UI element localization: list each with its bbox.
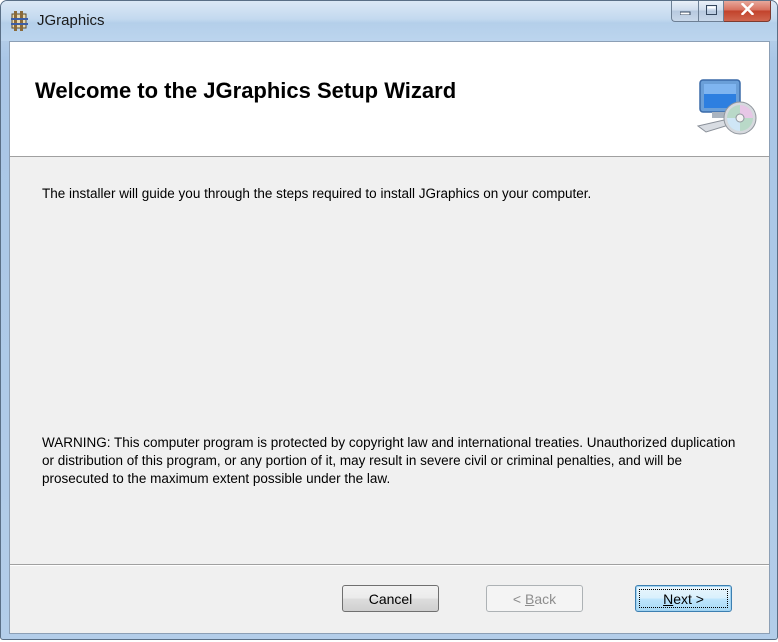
close-icon [740,2,754,20]
back-button-label: ack [534,590,557,607]
cancel-button[interactable]: Cancel [342,585,439,612]
back-button-mnemonic: B [524,590,535,607]
minimize-icon [679,2,691,20]
maximize-button[interactable] [698,1,724,22]
maximize-icon [705,2,717,20]
wizard-banner: Welcome to the JGraphics Setup Wizard [10,42,769,157]
focus-rectangle [639,589,728,608]
page-title: Welcome to the JGraphics Setup Wizard [35,78,457,103]
copyright-warning: WARNING: This computer program is protec… [42,435,736,486]
installer-icon [10,10,30,32]
footer-divider [10,564,769,566]
close-button[interactable] [724,1,771,22]
title-bar[interactable]: JGraphics [1,1,777,41]
wizard-client-area: Welcome to the JGraphics Setup Wizard Th… [9,41,770,634]
minimize-button[interactable] [671,1,698,22]
back-button[interactable]: < Back [486,585,583,612]
caption-buttons [671,1,771,23]
computer-cd-icon [694,76,758,136]
installer-window: JGraphics Welcome to the JGraphics Setup… [0,0,778,640]
back-button-prefix: < [512,590,525,607]
window-title: JGraphics [37,12,105,29]
next-button[interactable]: Next > [635,585,732,612]
intro-text: The installer will guide you through the… [42,186,592,201]
